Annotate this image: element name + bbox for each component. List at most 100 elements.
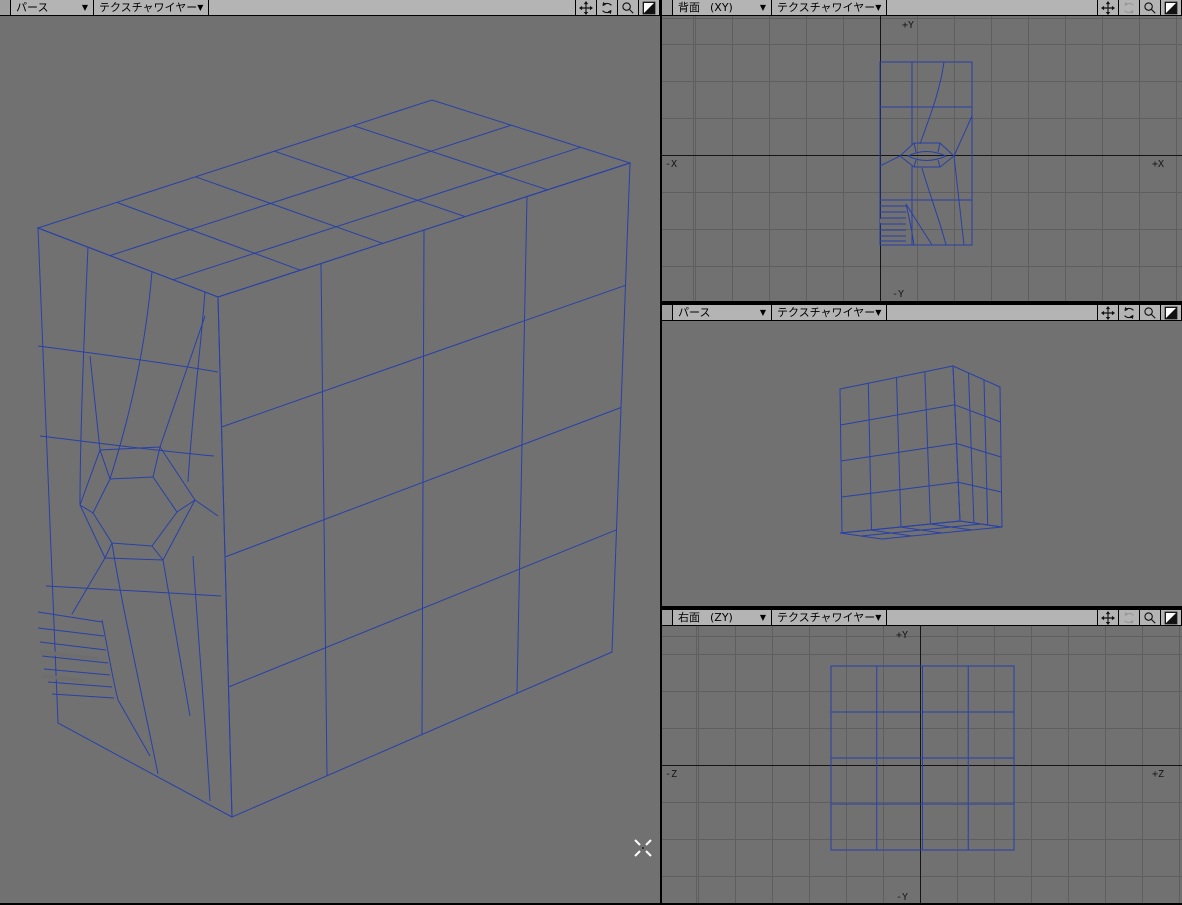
side-view-model [830, 665, 1015, 851]
side-viewport-header: 右面 (ZY) ▼ テクスチャワイヤー ▼ [662, 610, 1182, 626]
display-mode-dropdown[interactable]: テクスチャワイヤー ▼ [772, 305, 887, 320]
rotate-icon [1124, 1, 1134, 14]
back-viewport-header: 背面 (XY) ▼ テクスチャワイヤー ▼ [662, 0, 1182, 16]
display-mode-dropdown[interactable]: テクスチャワイヤー ▼ [94, 0, 209, 15]
view-type-label: パース [16, 1, 49, 14]
slot-gap [880, 219, 902, 223]
axis-label-bottom: -Y [892, 289, 904, 300]
axis-label-right: +Z [1152, 769, 1164, 780]
axis-suffix: (XY) [710, 1, 733, 14]
maximize-icon [1164, 1, 1178, 14]
axis-label-bottom: -Y [896, 892, 908, 903]
axis-label-right: +X [1152, 159, 1164, 170]
zoom-tool-button[interactable] [1140, 305, 1161, 320]
maximize-tool-button[interactable] [1161, 0, 1182, 15]
rotate-tool-button [1119, 0, 1140, 15]
olive-face-grid [954, 372, 1002, 526]
viewport-corner-button[interactable] [662, 610, 673, 625]
rotate-icon [1124, 306, 1134, 319]
view-type-dropdown[interactable]: 背面 (XY) ▼ [673, 0, 772, 15]
persp-view-canvas[interactable] [662, 321, 1182, 606]
viewport-side-zy: 右面 (ZY) ▼ テクスチャワイヤー ▼ +Y -Z +Z -Y [662, 610, 1182, 903]
rotate-tool-button[interactable] [1119, 305, 1140, 320]
maximize-tool-button[interactable] [639, 0, 660, 15]
chevron-down-icon: ▼ [875, 3, 882, 12]
display-mode-label: テクスチャワイヤー [99, 1, 198, 14]
chevron-down-icon: ▼ [875, 613, 882, 622]
magnifier-icon [1144, 611, 1156, 624]
chevron-down-icon: ▼ [81, 3, 88, 12]
magnifier-icon [622, 1, 634, 14]
persp-view-model [839, 365, 1003, 540]
maximize-tool-button[interactable] [1161, 610, 1182, 625]
move-icon [1101, 0, 1115, 15]
display-mode-dropdown[interactable]: テクスチャワイヤー ▼ [772, 0, 887, 15]
maximize-icon [1164, 306, 1178, 319]
axis-suffix: (ZY) [710, 611, 733, 624]
view-type-label: 右面 [678, 611, 700, 624]
chevron-down-icon: ▼ [759, 3, 766, 12]
rotate-icon [1124, 611, 1134, 624]
maximize-tool-button[interactable] [1161, 305, 1182, 320]
viewport-back-xy: 背面 (XY) ▼ テクスチャワイヤー ▼ +Y -X +X -Y [662, 0, 1182, 301]
side-view-canvas[interactable]: +Y -Z +Z -Y [662, 626, 1182, 903]
view-type-dropdown[interactable]: パース ▼ [673, 305, 772, 320]
view-type-label: 背面 [678, 1, 700, 14]
back-view-scene: +Y -X +X -Y [662, 16, 1182, 301]
crosshair-cursor [634, 839, 652, 857]
magnifier-icon [1144, 306, 1156, 319]
header-spacer [887, 610, 1097, 625]
viewport-tools [1097, 0, 1182, 15]
hole-hexagon [92, 476, 178, 547]
viewport-tools [575, 0, 660, 15]
main-model [36, 99, 652, 857]
viewport-corner-button[interactable] [0, 0, 11, 15]
green-face-grid [221, 196, 626, 776]
chevron-down-icon: ▼ [875, 308, 882, 317]
rotate-icon [602, 1, 612, 14]
chevron-down-icon: ▼ [197, 3, 204, 12]
rotate-tool-button[interactable] [597, 0, 618, 15]
axis-label-top: +Y [902, 20, 914, 31]
main-3d-canvas[interactable] [0, 16, 660, 903]
zoom-tool-button[interactable] [1140, 0, 1161, 15]
header-spacer [887, 305, 1097, 320]
maximize-icon [642, 1, 656, 14]
zoom-tool-button[interactable] [1140, 610, 1161, 625]
display-mode-dropdown[interactable]: テクスチャワイヤー ▼ [772, 610, 887, 625]
header-spacer [209, 0, 575, 15]
axis-label-left: -Z [665, 769, 677, 780]
viewport-corner-button[interactable] [662, 0, 673, 15]
viewport-tools [1097, 305, 1182, 320]
header-spacer [887, 0, 1097, 15]
magnifier-icon [1144, 1, 1156, 14]
viewport-main-perspective: パース ▼ テクスチャワイヤー ▼ [0, 0, 660, 903]
persp-viewport-header: パース ▼ テクスチャワイヤー ▼ [662, 305, 1182, 321]
pan-tool-button[interactable] [576, 0, 597, 15]
view-type-dropdown[interactable]: パース ▼ [11, 0, 94, 15]
move-icon [1101, 610, 1115, 625]
axis-label-top: +Y [896, 630, 908, 641]
main-viewport-header: パース ▼ テクスチャワイヤー ▼ [0, 0, 660, 16]
slot-gap [42, 674, 84, 682]
pan-tool-button[interactable] [1098, 0, 1119, 15]
back-view-model [879, 61, 973, 246]
pan-tool-button[interactable] [1098, 610, 1119, 625]
zoom-tool-button[interactable] [618, 0, 639, 15]
rotate-tool-button [1119, 610, 1140, 625]
back-view-canvas[interactable]: +Y -X +X -Y [662, 16, 1182, 301]
axis-label-left: -X [665, 159, 677, 170]
move-icon [579, 0, 593, 15]
viewport-corner-button[interactable] [662, 305, 673, 320]
display-mode-label: テクスチャワイヤー [777, 306, 876, 319]
purple-face-wireframe [37, 246, 222, 802]
axis-lines [662, 16, 1182, 301]
view-type-dropdown[interactable]: 右面 (ZY) ▼ [673, 610, 772, 625]
chevron-down-icon: ▼ [759, 308, 766, 317]
display-mode-label: テクスチャワイヤー [777, 1, 876, 14]
chevron-down-icon: ▼ [759, 613, 766, 622]
viewport-tools [1097, 610, 1182, 625]
app-window: パース ▼ テクスチャワイヤー ▼ 背面 (XY) ▼ テクスチャワイヤー ▼ … [0, 0, 1182, 905]
persp-green-grid [840, 371, 959, 531]
pan-tool-button[interactable] [1098, 305, 1119, 320]
